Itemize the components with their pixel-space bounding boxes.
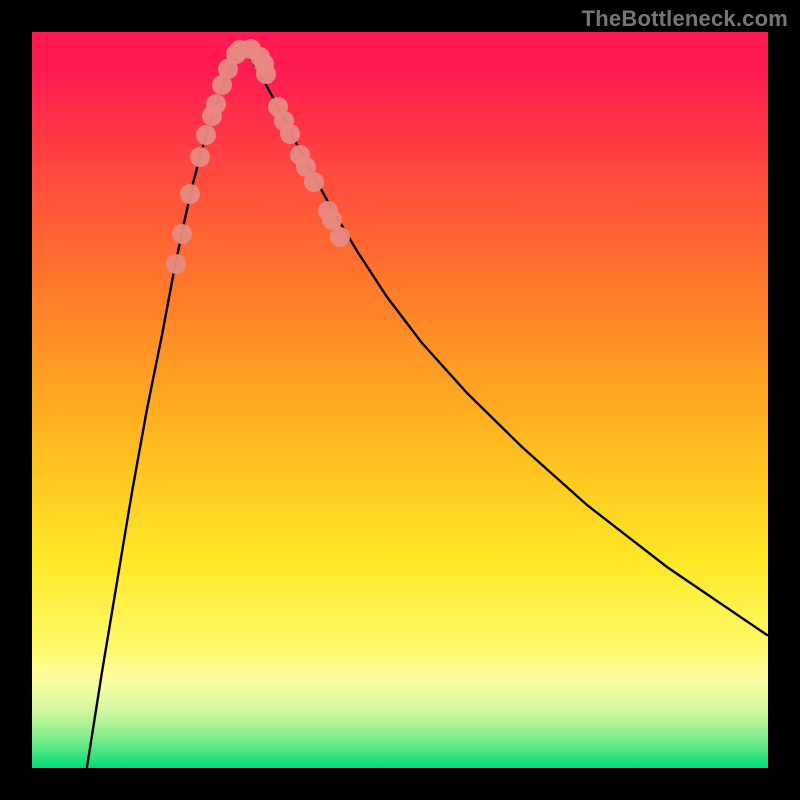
data-marker-right bbox=[280, 124, 300, 144]
plot-area bbox=[32, 32, 768, 768]
right-curve bbox=[242, 46, 767, 635]
watermark-text: TheBottleneck.com bbox=[582, 6, 788, 32]
data-marker-right bbox=[330, 227, 350, 247]
data-marker-left bbox=[196, 125, 216, 145]
data-marker-left bbox=[172, 224, 192, 244]
data-marker-left bbox=[206, 94, 226, 114]
data-marker-left bbox=[190, 147, 210, 167]
data-marker-left bbox=[180, 184, 200, 204]
data-marker-left bbox=[166, 254, 186, 274]
data-marker-right bbox=[304, 172, 324, 192]
chart-frame: TheBottleneck.com bbox=[0, 0, 800, 800]
curve-layer bbox=[32, 32, 768, 768]
data-marker-bottom bbox=[256, 64, 276, 84]
left-curve bbox=[87, 46, 242, 767]
